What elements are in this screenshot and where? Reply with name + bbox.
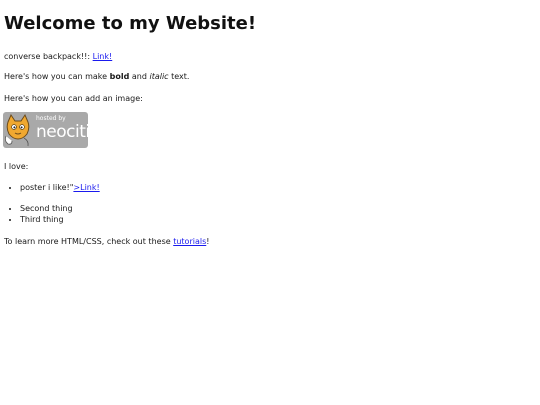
love-heading: I love: xyxy=(4,162,29,171)
page: Welcome to my Website! converse backpack… xyxy=(0,0,540,405)
list-item: Second thing xyxy=(20,203,73,214)
tutorials-link[interactable]: tutorials xyxy=(173,237,206,246)
formatting-middle: and xyxy=(131,72,147,81)
list-first: poster i like!">Link! xyxy=(0,182,100,193)
badge-small-text: hosted by xyxy=(36,115,66,122)
list-item: poster i like!">Link! xyxy=(20,182,100,193)
outro-suffix: ! xyxy=(206,237,210,246)
neocities-badge[interactable]: hosted by neocities xyxy=(3,112,88,148)
formatting-suffix: text. xyxy=(171,72,190,81)
intro-link[interactable]: Link! xyxy=(93,52,113,61)
formatting-line: Here's how you can make bold and italic … xyxy=(4,71,189,82)
image-intro-line: Here's how you can add an image: xyxy=(4,94,143,103)
list-second: Second thing Third thing xyxy=(0,203,73,225)
page-title: Welcome to my Website! xyxy=(4,13,257,34)
list-item-link[interactable]: >Link! xyxy=(73,183,99,192)
list-item: Third thing xyxy=(20,214,73,225)
badge-big-text: neocities xyxy=(36,122,88,142)
outro-line: To learn more HTML/CSS, check out these … xyxy=(4,236,209,247)
neocities-cat-icon xyxy=(4,113,30,147)
outro-text: To learn more HTML/CSS, check out these xyxy=(4,237,171,246)
bold-text: bold xyxy=(109,72,130,81)
italic-text: italic xyxy=(149,72,169,81)
formatting-prefix: Here's how you can make xyxy=(4,72,108,81)
intro-line: converse backpack!!: Link! xyxy=(4,51,112,62)
intro-text: converse backpack!!: xyxy=(4,52,91,61)
list-item-text: poster i like!" xyxy=(20,183,74,192)
